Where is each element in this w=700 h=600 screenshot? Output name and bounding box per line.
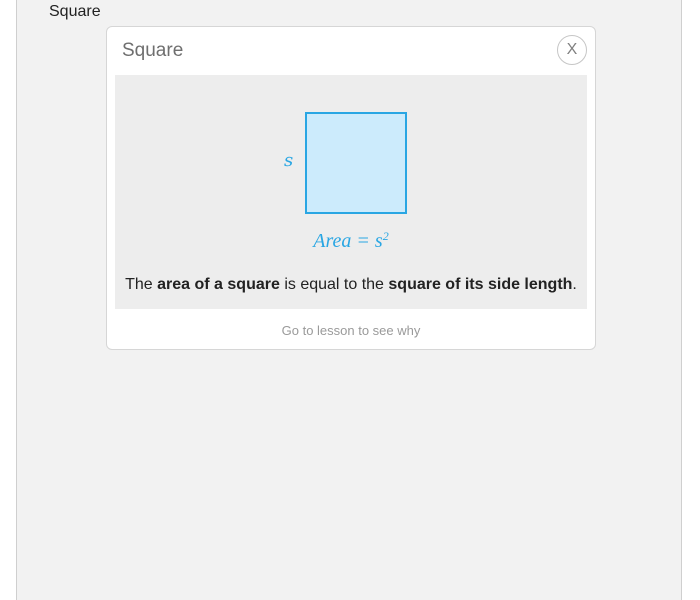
area-formula: Area = s2 (115, 229, 587, 253)
square-diagram: s Area = s2 (115, 75, 587, 265)
go-to-lesson-link[interactable]: Go to lesson to see why (107, 323, 595, 338)
close-button[interactable]: X (557, 35, 587, 65)
definition-bold-term: square of its side length (388, 276, 573, 293)
definition-text-part: . (572, 276, 577, 293)
definition-text-part: The (125, 276, 158, 293)
formula-exponent: 2 (382, 229, 389, 243)
definition-popup: Square X s Area = s2 The area of a squar… (106, 26, 596, 350)
side-length-label: s (284, 150, 294, 171)
formula-base: Area = s (313, 230, 383, 252)
square-term-link[interactable]: Square (49, 3, 101, 21)
definition-content: s Area = s2 The area of a square is equa… (115, 75, 587, 309)
square-shape (305, 112, 407, 214)
definition-text-part: is equal to the (279, 276, 389, 293)
close-icon: X (566, 41, 578, 58)
popup-title: Square (122, 40, 184, 61)
definition-bold-term: area of a square (157, 276, 280, 293)
definition-text: The area of a square is equal to the squ… (115, 276, 587, 294)
